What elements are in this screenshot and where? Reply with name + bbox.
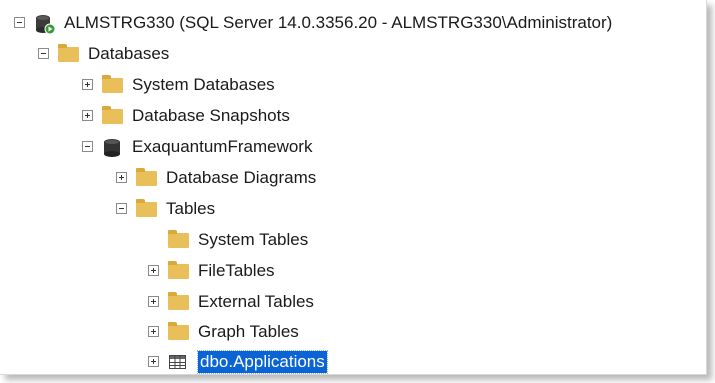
collapse-toggle[interactable] <box>38 48 49 59</box>
system-tables-label: System Tables <box>198 229 309 249</box>
expand-toggle[interactable] <box>148 356 159 367</box>
expand-toggle[interactable] <box>148 326 159 337</box>
graph-tables-label: Graph Tables <box>198 321 299 341</box>
folder-icon <box>168 291 190 312</box>
folder-icon <box>102 105 124 126</box>
collapse-toggle[interactable] <box>82 141 93 152</box>
folder-icon <box>168 229 190 250</box>
tree-node-graph-tables[interactable]: Graph Tables <box>148 316 299 347</box>
folder-icon <box>168 260 190 281</box>
expand-toggle[interactable] <box>82 79 93 90</box>
database-icon <box>102 137 124 157</box>
no-expander-spacer <box>148 234 159 245</box>
expand-toggle[interactable] <box>116 172 127 183</box>
expand-toggle[interactable] <box>82 110 93 121</box>
file-tables-label: FileTables <box>198 260 275 280</box>
tree-node-exaquantum-framework[interactable]: ExaquantumFramework <box>82 131 312 162</box>
folder-icon <box>102 74 124 95</box>
tree-node-database-diagrams[interactable]: Database Diagrams <box>116 162 316 193</box>
table-icon <box>168 352 190 372</box>
collapse-toggle[interactable] <box>14 17 25 28</box>
tree-node-tables[interactable]: Tables <box>116 193 215 224</box>
tree-node-system-databases[interactable]: System Databases <box>82 69 275 100</box>
folder-icon <box>136 198 158 219</box>
external-tables-label: External Tables <box>198 291 314 311</box>
tree-node-file-tables[interactable]: FileTables <box>148 255 275 286</box>
tree-node-database-snapshots[interactable]: Database Snapshots <box>82 100 290 131</box>
folder-icon <box>58 43 80 64</box>
tree-node-system-tables[interactable]: System Tables <box>148 224 308 255</box>
tables-label: Tables <box>166 198 216 218</box>
dbo-applications-label: dbo.Applications <box>197 349 328 374</box>
folder-icon <box>136 167 158 188</box>
system-databases-label: System Databases <box>132 74 275 94</box>
database-snapshots-label: Database Snapshots <box>132 105 290 125</box>
database-diagrams-label: Database Diagrams <box>166 167 317 187</box>
databases-label: Databases <box>88 43 170 63</box>
folder-icon <box>168 321 190 342</box>
tree-node-dbo-applications[interactable]: dbo.Applications <box>148 346 328 374</box>
exaquantum-label: ExaquantumFramework <box>132 136 313 156</box>
collapse-toggle[interactable] <box>116 203 127 214</box>
tree-node-server[interactable]: ALMSTRG330 (SQL Server 14.0.3356.20 - AL… <box>14 7 612 38</box>
server-label: ALMSTRG330 (SQL Server 14.0.3356.20 - AL… <box>64 12 613 32</box>
tree-node-external-tables[interactable]: External Tables <box>148 286 314 317</box>
tree-node-databases[interactable]: Databases <box>38 38 169 69</box>
expand-toggle[interactable] <box>148 296 159 307</box>
object-explorer-panel: ALMSTRG330 (SQL Server 14.0.3356.20 - AL… <box>0 0 707 375</box>
expand-toggle[interactable] <box>148 265 159 276</box>
server-running-icon <box>34 13 56 34</box>
